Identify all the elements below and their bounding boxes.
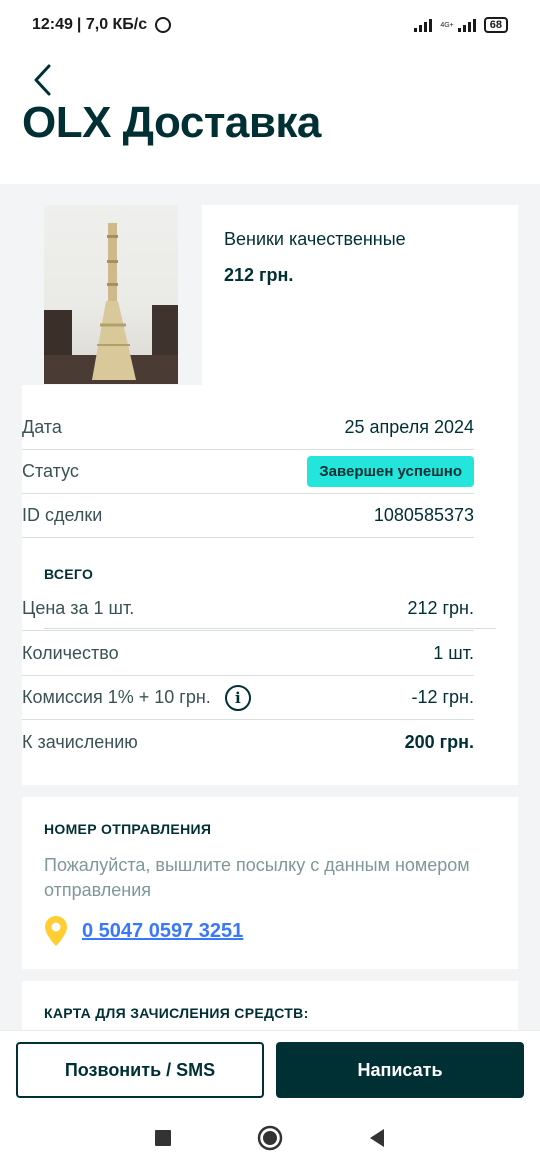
unit-price-row: Цена за 1 шт. 212 грн. bbox=[22, 587, 474, 631]
unit-price-label: Цена за 1 шт. bbox=[22, 598, 135, 618]
system-nav-bar bbox=[0, 1106, 540, 1170]
status-label: Статус bbox=[22, 461, 79, 481]
chevron-left-icon bbox=[34, 64, 51, 96]
tracking-number-link[interactable]: 0 5047 0597 3251 bbox=[82, 920, 243, 943]
write-message-button[interactable]: Написать bbox=[276, 1042, 524, 1098]
status-right: 4G+ 68 bbox=[414, 17, 508, 33]
tracking-title: НОМЕР ОТПРАВЛЕНИЯ bbox=[44, 821, 212, 837]
unit-price-value: 212 грн. bbox=[407, 598, 474, 618]
quantity-value: 1 шт. bbox=[433, 643, 474, 663]
back-nav-button[interactable] bbox=[357, 1118, 397, 1158]
page-title: OLX Доставка bbox=[22, 98, 321, 147]
payout-card-title: КАРТА ДЛЯ ЗАЧИСЛЕНИЯ СРЕДСТВ: bbox=[44, 1005, 309, 1021]
tracking-card: НОМЕР ОТПРАВЛЕНИЯ Пожалуйста, вышлите по… bbox=[22, 797, 518, 969]
home-button[interactable] bbox=[250, 1118, 290, 1158]
location-pin-icon bbox=[45, 916, 67, 946]
recents-button[interactable] bbox=[143, 1118, 183, 1158]
signal-icon-2 bbox=[457, 18, 476, 32]
action-bar: Позвонить / SMS Написать bbox=[0, 1030, 540, 1106]
payout-label: К зачислению bbox=[22, 731, 138, 752]
deal-id-row: ID сделки 1080585373 bbox=[22, 494, 474, 538]
triangle-back-icon bbox=[369, 1129, 384, 1147]
date-row: Дата 25 апреля 2024 bbox=[22, 406, 474, 450]
header: OLX Доставка bbox=[0, 50, 540, 184]
product-name: Веники качественные bbox=[224, 229, 406, 249]
signal-icon bbox=[414, 18, 433, 32]
status-bar: 12:49 | 7,0 КБ/с 4G+ 68 bbox=[0, 0, 540, 50]
alarm-icon bbox=[155, 17, 172, 33]
product-info: Веники качественные 212 грн. bbox=[202, 205, 518, 385]
product-image-wrap bbox=[22, 205, 202, 385]
payout-row: К зачислению 200 грн. bbox=[22, 720, 474, 764]
commission-label-group: Комиссия 1% + 10 грн. i bbox=[22, 684, 251, 711]
back-button[interactable] bbox=[22, 60, 62, 100]
quantity-row: Количество 1 шт. bbox=[22, 632, 474, 676]
status-speed: | 7,0 КБ/с bbox=[76, 16, 148, 33]
commission-value: -12 грн. bbox=[411, 687, 474, 707]
tracking-hint: Пожалуйста, вышлите посылку с данным ном… bbox=[44, 855, 470, 900]
square-icon bbox=[155, 1130, 172, 1146]
info-icon[interactable]: i bbox=[224, 684, 251, 711]
totals-title: ВСЕГО bbox=[44, 566, 94, 582]
status-row: Статус Завершен успешно bbox=[22, 450, 474, 494]
product-price: 212 грн. bbox=[224, 265, 294, 285]
product-image bbox=[44, 205, 178, 384]
product-summary[interactable]: Веники качественные 212 грн. bbox=[22, 205, 518, 385]
commission-label: Комиссия 1% + 10 грн. bbox=[22, 687, 211, 707]
status-left: 12:49 | 7,0 КБ/с bbox=[32, 16, 172, 34]
deal-id-label: ID сделки bbox=[22, 505, 103, 525]
tracking-number-group: 0 5047 0597 3251 bbox=[44, 915, 243, 947]
network-type: 4G+ bbox=[440, 21, 454, 29]
battery-icon: 68 bbox=[483, 17, 508, 33]
status-badge: Завершен успешно bbox=[307, 456, 474, 487]
deal-id-value: 1080585373 bbox=[373, 505, 474, 525]
date-label: Дата bbox=[22, 417, 62, 437]
date-value: 25 апреля 2024 bbox=[344, 417, 475, 437]
payout-value: 200 грн. bbox=[404, 731, 474, 752]
circle-icon bbox=[257, 1125, 283, 1151]
commission-row: Комиссия 1% + 10 грн. i -12 грн. bbox=[22, 676, 474, 720]
status-time: 12:49 bbox=[32, 16, 73, 33]
quantity-label: Количество bbox=[22, 643, 119, 663]
call-sms-button[interactable]: Позвонить / SMS bbox=[16, 1042, 264, 1098]
